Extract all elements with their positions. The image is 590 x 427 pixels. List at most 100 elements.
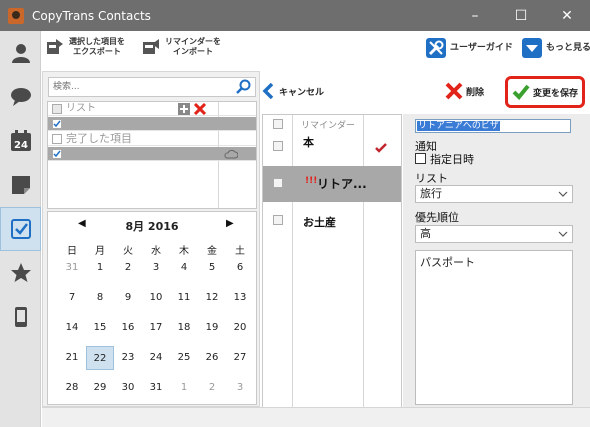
calendar-day[interactable]: 3	[226, 376, 254, 400]
select-all-reminders-checkbox[interactable]	[273, 119, 283, 129]
chevron-down-icon	[558, 231, 568, 237]
reminder-checkbox[interactable]	[273, 215, 283, 225]
calendar-day[interactable]: 1	[170, 376, 198, 400]
export-selected-button[interactable]: 選択した項目を エクスポート	[46, 37, 125, 57]
sidebar-item-contacts[interactable]	[0, 31, 41, 75]
import-reminders-label: リマインダーを インポート	[165, 37, 221, 56]
cloud-icon	[224, 149, 238, 159]
toolbar: 選択した項目を エクスポート リマインダーを インポート ユーザーガイド もっと…	[42, 31, 590, 71]
calendar-day[interactable]: 14	[58, 316, 86, 340]
cancel-button[interactable]: キャンセル	[262, 81, 324, 101]
calendar-day[interactable]: 22	[86, 346, 114, 370]
calendar-day[interactable]: 3	[142, 256, 170, 280]
reminder-title: 本	[303, 136, 314, 149]
reminder-table: リマインダー 本 !!! リトア... お土産	[262, 114, 402, 408]
check-icon	[53, 120, 61, 128]
calendar-day[interactable]: 5	[198, 256, 226, 280]
list-item-completed[interactable]: 完了した項目	[48, 132, 256, 146]
priority-select[interactable]: 高	[415, 225, 573, 243]
search-input[interactable]	[49, 78, 229, 96]
specified-date-checkbox[interactable]	[415, 153, 426, 164]
checkbox-task-icon	[10, 219, 31, 239]
calendar-day[interactable]: 17	[142, 316, 170, 340]
calendar-icon: 24	[10, 130, 31, 151]
person-icon	[11, 44, 30, 63]
calendar-day[interactable]: 9	[114, 286, 142, 310]
calendar-day[interactable]: 4	[170, 256, 198, 280]
list-item-checkbox[interactable]	[52, 149, 62, 159]
see-more-label: もっと見る	[546, 43, 590, 53]
sidebar-item-favorites[interactable]	[0, 251, 41, 295]
list-header-row[interactable]: リスト	[48, 102, 256, 116]
sidebar-item-device[interactable]	[0, 295, 41, 339]
reminder-row-selected[interactable]: !!! リトア...	[263, 166, 401, 202]
calendar-day[interactable]: 24	[142, 346, 170, 370]
sidebar-item-calendar[interactable]: 24	[0, 119, 41, 163]
calendar-day[interactable]: 18	[170, 316, 198, 340]
calendar-day[interactable]: 13	[226, 286, 254, 310]
calendar-day[interactable]: 10	[142, 286, 170, 310]
calendar-day[interactable]: 2	[198, 376, 226, 400]
calendar-day[interactable]: 16	[114, 316, 142, 340]
import-reminders-button[interactable]: リマインダーを インポート	[142, 37, 221, 57]
close-icon[interactable]: ✕	[544, 0, 590, 31]
calendar-day[interactable]: 26	[198, 346, 226, 370]
calendar-day[interactable]: 21	[58, 346, 86, 370]
delete-button[interactable]: 削除	[445, 82, 484, 100]
search-icon[interactable]	[236, 79, 252, 95]
calendar-day[interactable]: 25	[170, 346, 198, 370]
window-controls: – ☐ ✕	[452, 0, 590, 31]
notes-textarea[interactable]: パスポート	[415, 250, 573, 405]
calendar-day[interactable]: 30	[114, 376, 142, 400]
calendar-day[interactable]: 15	[86, 316, 114, 340]
reminder-row[interactable]: 本	[263, 129, 401, 165]
calendar-day[interactable]: 2	[114, 256, 142, 280]
calendar-day[interactable]: 31	[142, 376, 170, 400]
save-changes-button[interactable]: 変更を保存	[505, 76, 585, 108]
chat-bubble-icon	[10, 88, 31, 106]
minimize-icon[interactable]: –	[452, 0, 498, 31]
calendar-day[interactable]: 28	[58, 376, 86, 400]
reminder-row[interactable]: お土産	[263, 203, 401, 239]
maximize-icon[interactable]: ☐	[498, 0, 544, 31]
window-title: CopyTrans Contacts	[32, 8, 151, 23]
list-item[interactable]	[48, 117, 256, 131]
calendar-day[interactable]: 20	[226, 316, 254, 340]
calendar-weekday: 木	[179, 246, 189, 257]
save-check-icon	[512, 84, 530, 100]
calendar-day[interactable]: 19	[198, 316, 226, 340]
sidebar-item-reminders[interactable]	[0, 207, 41, 251]
priority-select-value: 高	[420, 227, 431, 240]
delete-list-icon[interactable]	[194, 103, 206, 115]
prev-month-icon[interactable]: ◀	[78, 218, 86, 229]
calendar-day[interactable]: 6	[226, 256, 254, 280]
list-select[interactable]: 旅行	[415, 185, 573, 203]
select-all-checkbox[interactable]	[52, 104, 62, 114]
calendar-day[interactable]: 29	[86, 376, 114, 400]
list-item[interactable]	[48, 147, 256, 161]
calendar-day[interactable]: 31	[58, 256, 86, 280]
sidebar-item-messages[interactable]	[0, 75, 41, 119]
calendar-day[interactable]: 11	[170, 286, 198, 310]
sidebar-item-notes[interactable]	[0, 163, 41, 207]
calendar-day[interactable]: 7	[58, 286, 86, 310]
calendar-weekday: 月	[95, 246, 105, 257]
reminder-title-field[interactable]: リトアニアへのビザ	[415, 119, 571, 133]
calendar-day[interactable]: 12	[198, 286, 226, 310]
calendar-day[interactable]: 1	[86, 256, 114, 280]
user-guide-button[interactable]: ユーザーガイド	[426, 38, 513, 58]
next-month-icon[interactable]: ▶	[226, 218, 234, 229]
calendar-day[interactable]: 27	[226, 346, 254, 370]
reminder-checkbox[interactable]	[273, 178, 283, 188]
check-icon	[53, 150, 61, 158]
reminder-title: リトア...	[317, 177, 367, 191]
calendar-day[interactable]: 8	[86, 286, 114, 310]
calendar-day[interactable]: 23	[114, 346, 142, 370]
export-selected-label: 選択した項目を エクスポート	[69, 37, 125, 56]
reminder-checkbox[interactable]	[273, 141, 283, 151]
add-list-icon[interactable]	[178, 103, 190, 115]
list-item-checkbox[interactable]	[52, 119, 62, 129]
notes-value: パスポート	[420, 256, 475, 269]
list-item-checkbox[interactable]	[52, 134, 62, 144]
see-more-button[interactable]: もっと見る	[522, 38, 590, 58]
